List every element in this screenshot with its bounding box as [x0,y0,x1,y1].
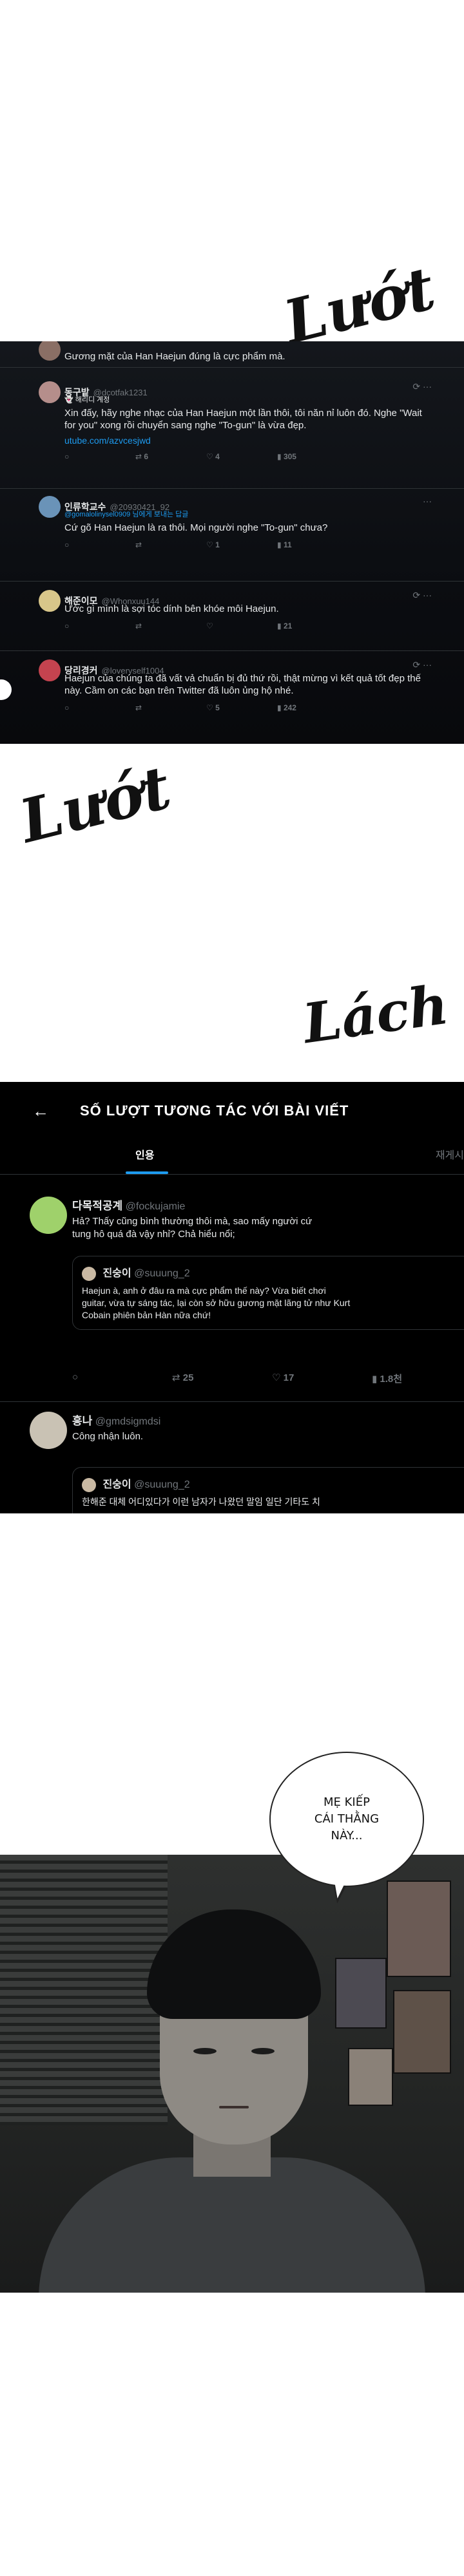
page-title: SỐ LƯỢT TƯƠNG TÁC VỚI BÀI VIẾT [80,1103,349,1119]
tweet-link[interactable]: utube.com/azvcesjwd [64,435,432,446]
like-icon[interactable]: ♡ 4 [206,452,277,461]
tweet-actions: ○ ⇄ ♡ ▮ 21 [64,621,432,630]
embedded-quote-2[interactable]: 진숭이 @suuung_2 한해준 대체 어디있다가 이런 남자가 나왔던 말임… [72,1467,464,1513]
quote-author-handle: @gmdsigmdsi [95,1416,161,1427]
embedded-author-name: 진숭이 [102,1479,131,1490]
character-eye-right [251,2048,275,2054]
tweet-text: Gương mặt của Han Haejun đúng là cực phẩ… [64,351,285,362]
side-bubble-fragment [0,679,12,700]
wall-poster [335,1958,387,2029]
views-icon[interactable]: ▮ 21 [277,621,348,630]
like-icon[interactable]: ♡ 17 [272,1372,372,1385]
views-icon[interactable]: ▮ 242 [277,703,348,712]
active-tab-indicator [126,1171,168,1174]
reply-icon[interactable]: ○ [64,452,135,461]
tweet-avatar [39,341,61,361]
wall-poster [387,1880,451,1977]
more-icon[interactable]: ⟳ ··· [412,381,432,392]
retweet-icon[interactable]: ⇄ 6 [135,452,206,461]
views-icon[interactable]: ▮ 11 [277,540,348,549]
tweet-avatar [39,659,61,681]
tweet-avatar [39,590,61,612]
character-mouth [219,2106,249,2108]
embedded-text: 한해준 대체 어디있다가 이런 남자가 나왔던 말임 일단 기타도 치 [82,1496,320,1507]
tweet-text: Ước gì mình là sợi tóc dính bên khóe môi… [64,603,279,614]
quote-author-handle: @fockujamie [125,1201,186,1212]
quote-author-name: 다목적공계 [72,1200,123,1212]
quote-tweet-1: 다목적공계 @fockujamie Hả? Thấy cũng bình thư… [30,1197,464,1241]
tab-quotes[interactable]: 인용 [135,1146,154,1162]
views-icon[interactable]: ▮ 1.8천 [372,1372,464,1385]
more-icon[interactable]: ⟳ ··· [412,590,432,601]
character-room-panel [0,1855,464,2293]
quote-actions: ○ ⇄ 25 ♡ 17 ▮ 1.8천 [72,1372,464,1385]
tweet-avatar [39,381,61,403]
retweet-icon[interactable]: ⇄ 25 [172,1372,272,1385]
quote-avatar [30,1412,67,1449]
tweet-text: Xin đấy, hãy nghe nhạc của Han Haejun mộ… [64,408,422,431]
speech-bubble-tail-fill [330,1875,348,1900]
tweet-actions: ○ ⇄ 6 ♡ 4 ▮ 305 [64,452,432,461]
speech-bubble: MẸ KIẾP CÁI THẰNG NÀY... [269,1752,424,1887]
tweet-1: Gương mặt của Han Haejun đúng là cực phẩ… [39,341,432,363]
embedded-avatar [82,1477,96,1492]
retweet-icon[interactable]: ⇄ [135,540,206,549]
like-icon[interactable]: ♡ 1 [206,540,277,549]
tweet-4: 해준이모 @Whonxuu144 Ước gì mình là sợi tóc … [39,590,432,630]
back-arrow-icon[interactable]: ← [32,1101,49,1121]
reply-icon[interactable]: ○ [72,1372,172,1385]
quote-tweet-2: 흥나 @gmdsigmdsi Công nhận luôn. [30,1412,464,1449]
reply-icon[interactable]: ○ [64,540,135,549]
like-icon[interactable]: ♡ 5 [206,703,277,712]
retweet-icon[interactable]: ⇄ [135,703,206,712]
reply-icon[interactable]: ○ [64,703,135,712]
more-icon[interactable]: ··· [423,496,432,506]
tab-reposts[interactable]: 재게시 [436,1146,464,1162]
tweet-reply-to: @gomalolinysel0909 님에게 보내는 답글 [64,511,189,518]
quote-avatar [30,1197,67,1234]
tweet-3: 인류학교수 @20930421_92 @gomalolinysel0909 님에… [39,496,432,549]
tweet-actions: ○ ⇄ ♡ 5 ▮ 242 [64,703,432,712]
quote-author-name: 흥나 [72,1415,93,1427]
quote-text: Hả? Thấy cũng bình thường thôi mà, sao m… [72,1216,313,1240]
tweet-5: 당리경커 @loveryself1004 Haejun của chúng ta… [39,659,432,712]
embedded-quote-1[interactable]: 진숭이 @suuung_2 Haejun à, anh ở đâu ra mà … [72,1256,464,1330]
character-eye-left [193,2048,217,2054]
more-icon[interactable]: ⟳ ··· [412,659,432,670]
views-icon[interactable]: ▮ 305 [277,452,348,461]
quote-text: Công nhận luôn. [72,1431,144,1442]
tweet-2: 동구밭 @dcotfak1231 👻 해리디 계정 Xin đấy, hãy n… [39,381,432,461]
embedded-author-handle: @suuung_2 [134,1479,190,1490]
sfx-lach: Lách [299,972,452,1056]
wall-poster [393,1990,451,2074]
window-blinds [0,1855,168,2125]
embedded-text: Haejun à, anh ở đâu ra mà cực phẩm thế n… [82,1285,351,1320]
embedded-avatar [82,1266,96,1281]
tweet-avatar [39,496,61,518]
reply-icon[interactable]: ○ [64,621,135,630]
embedded-author-handle: @suuung_2 [134,1268,190,1279]
tweet-text: Cứ gõ Han Haejun là ra thôi. Mọi người n… [64,522,328,533]
embedded-author-name: 진숭이 [102,1268,131,1279]
tweet-text: Haejun của chúng ta đã vất vả chuẩn bị đ… [64,673,421,696]
sfx-lot-middle: Lướt [13,752,178,857]
tweet-actions: ○ ⇄ ♡ 1 ▮ 11 [64,540,432,549]
quote-interactions-panel: ← SỐ LƯỢT TƯƠNG TÁC VỚI BÀI VIẾT 인용 재게시 … [0,1082,464,1513]
tweet-feed-panel: Gương mặt của Han Haejun đúng là cực phẩ… [0,341,464,744]
retweet-icon[interactable]: ⇄ [135,621,206,630]
wall-poster [348,2048,393,2106]
like-icon[interactable]: ♡ [206,621,277,630]
speech-bubble-text: MẸ KIẾP CÁI THẰNG NÀY... [314,1795,380,1842]
